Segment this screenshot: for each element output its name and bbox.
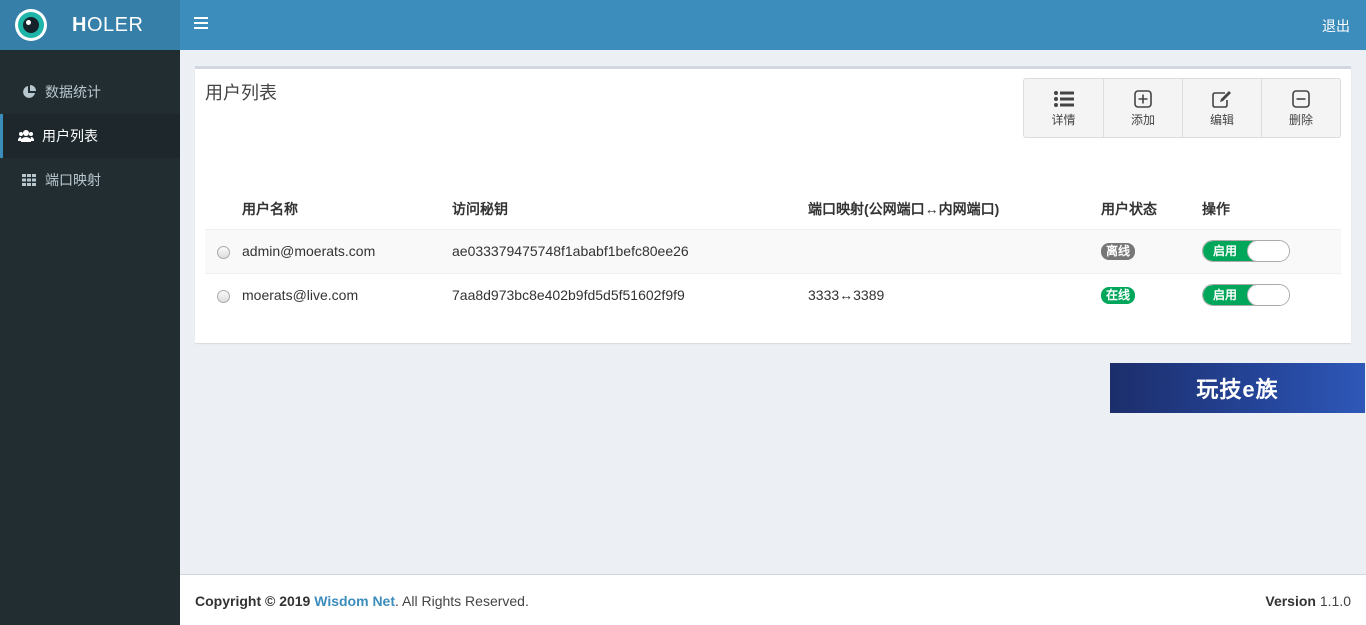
sidebar-item-label: 端口映射 (45, 172, 101, 188)
header-select (205, 189, 242, 229)
sidebar: 数据统计 用户列表 端口映射 (0, 50, 180, 625)
version-value: 1.1.0 (1319, 593, 1351, 609)
enable-toggle[interactable]: 启用 (1202, 284, 1290, 307)
cell-access-key: ae033379475748f1ababf1befc80ee26 (452, 228, 808, 273)
header-access-key: 访问秘钥 (452, 200, 508, 217)
edit-button[interactable]: 编辑 (1182, 79, 1261, 137)
menu-toggle-icon[interactable] (194, 17, 208, 33)
company-link[interactable]: Wisdom Net (314, 593, 395, 609)
sidebar-item-users[interactable]: 用户列表 (0, 114, 180, 158)
table-row[interactable]: admin@moerats.com ae033379475748f1ababf1… (205, 228, 1341, 273)
edit-label: 编辑 (1209, 112, 1234, 127)
header-actions: 操作 (1202, 200, 1230, 217)
cell-access-key: 7aa8d973bc8e402b9fd5d5f51602f9f9 (452, 272, 808, 317)
status-badge: 在线 (1101, 287, 1136, 305)
enable-toggle[interactable]: 启用 (1202, 240, 1290, 262)
logo-icon (15, 9, 47, 41)
user-table: 用户名称 访问秘钥 端口映射(公网端口↔内网端口) 用户状态 操作 admin@… (205, 189, 1341, 317)
top-navbar: 退出 (180, 0, 1366, 50)
logout-button[interactable]: 退出 (1322, 16, 1350, 36)
users-icon (18, 128, 34, 144)
grid-icon (21, 172, 37, 188)
copyright-prefix: Copyright © 2019 (195, 593, 311, 609)
header-username: 用户名称 (242, 200, 298, 217)
pie-chart-icon (21, 84, 37, 100)
sidebar-item-label: 用户列表 (42, 128, 98, 144)
footer: Copyright © 2019 Wisdom Net. All Rights … (180, 574, 1366, 625)
copyright: Copyright © 2019 Wisdom Net. All Rights … (195, 593, 529, 609)
details-button[interactable]: 详情 (1024, 79, 1103, 137)
banner-text: 玩技e族 (1196, 377, 1279, 402)
toolbar: 详情 添加 编辑 删除 (1023, 78, 1341, 138)
toggle-knob (1247, 285, 1289, 306)
edit-icon (1212, 89, 1232, 109)
row-select-radio[interactable] (217, 245, 230, 259)
cell-port-mapping: 3333↔3389 (808, 272, 1101, 317)
logo-text: HOLER (72, 13, 144, 36)
table-header-row: 用户名称 访问秘钥 端口映射(公网端口↔内网端口) 用户状态 操作 (205, 189, 1341, 229)
details-label: 详情 (1051, 112, 1076, 127)
cell-username: moerats@live.com (242, 272, 452, 317)
table-row[interactable]: moerats@live.com 7aa8d973bc8e402b9fd5d5f… (205, 272, 1341, 317)
list-icon (1053, 89, 1074, 109)
plus-square-icon (1133, 89, 1153, 109)
version: Version 1.1.0 (1265, 593, 1351, 609)
add-label: 添加 (1130, 112, 1155, 127)
page-title: 用户列表 (205, 83, 277, 103)
delete-label: 删除 (1288, 112, 1313, 127)
delete-button[interactable]: 删除 (1261, 79, 1340, 137)
toggle-label: 启用 (1203, 241, 1253, 261)
toggle-label: 启用 (1203, 285, 1253, 306)
status-badge: 离线 (1101, 243, 1136, 260)
row-select-radio[interactable] (217, 290, 230, 304)
promo-banner[interactable]: 玩技e族 (1110, 363, 1365, 413)
add-button[interactable]: 添加 (1103, 79, 1182, 137)
version-label: Version (1265, 593, 1316, 609)
header-port-mapping: 端口映射(公网端口↔内网端口) (808, 200, 1000, 217)
user-list-box: 用户列表 详情 添加 编辑 删除 用户名称 访问秘钥 端口映射(公网端口↔内网端… (195, 66, 1351, 343)
sidebar-item-stats[interactable]: 数据统计 (0, 70, 180, 114)
logo-bar[interactable]: HOLER (0, 0, 180, 50)
toggle-knob (1247, 241, 1289, 261)
minus-square-icon (1291, 89, 1311, 109)
header-user-status: 用户状态 (1101, 200, 1157, 217)
sidebar-item-ports[interactable]: 端口映射 (0, 158, 180, 202)
copyright-suffix: . All Rights Reserved. (395, 593, 529, 609)
sidebar-item-label: 数据统计 (45, 84, 101, 100)
cell-username: admin@moerats.com (242, 228, 452, 273)
cell-port-mapping (808, 228, 1101, 273)
